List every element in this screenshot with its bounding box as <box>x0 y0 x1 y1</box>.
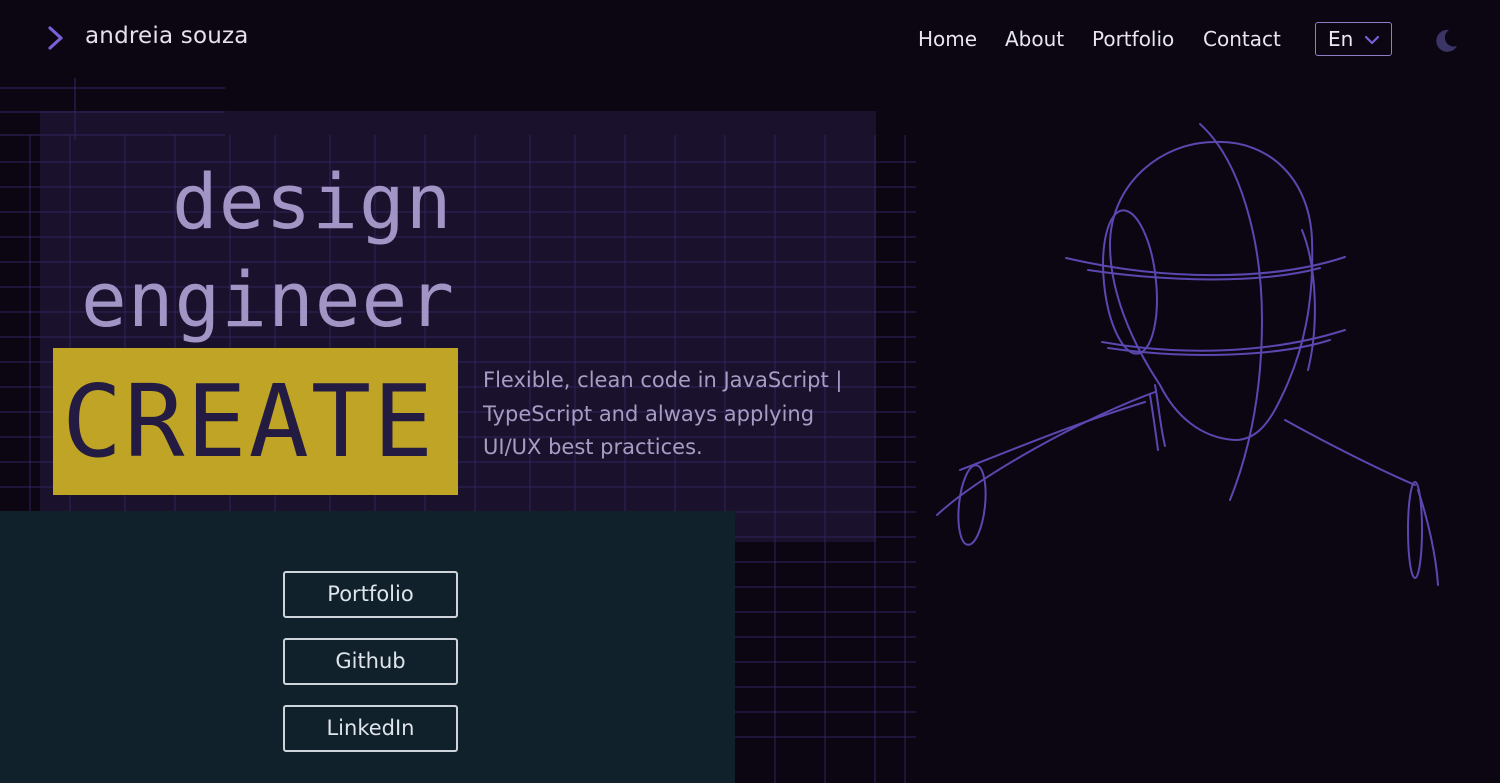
hero-title-engineer: engineer <box>81 255 456 344</box>
language-select[interactable]: En <box>1315 22 1392 56</box>
chevron-down-icon <box>1364 35 1380 45</box>
hero-tagline: Flexible, clean code in JavaScript | Typ… <box>483 368 843 459</box>
portfolio-button[interactable]: Portfolio <box>283 571 458 618</box>
github-button[interactable]: Github <box>283 638 458 685</box>
create-word: CREATE <box>62 363 436 480</box>
nav-contact[interactable]: Contact <box>1203 27 1281 51</box>
nav-portfolio[interactable]: Portfolio <box>1092 27 1174 51</box>
person-sketch-illustration <box>936 123 1439 586</box>
logo-text[interactable]: andreia souza <box>85 23 249 49</box>
language-label: En <box>1328 27 1354 51</box>
nav-about[interactable]: About <box>1005 27 1064 51</box>
nav-home[interactable]: Home <box>918 27 977 51</box>
linkedin-button[interactable]: LinkedIn <box>283 705 458 752</box>
moon-icon[interactable] <box>1430 26 1460 56</box>
chevron-right-icon <box>48 26 63 50</box>
hero-title-design: design <box>172 157 453 246</box>
